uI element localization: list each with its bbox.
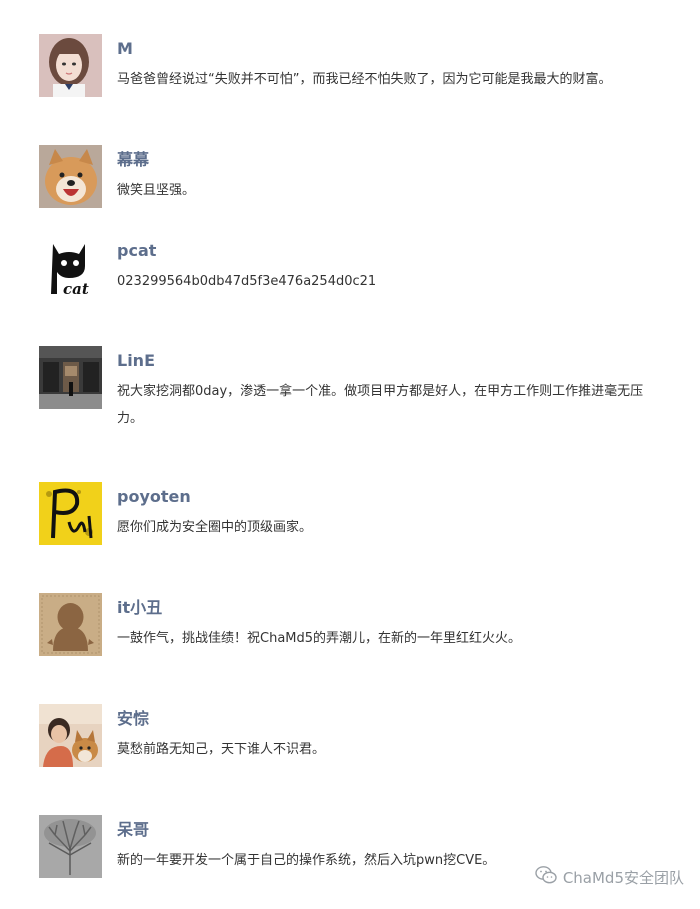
wechat-icon: [535, 865, 557, 889]
street-storefront-avatar[interactable]: [39, 346, 102, 409]
account-watermark: ChaMd5安全团队: [535, 865, 684, 889]
commenter-name[interactable]: 幕幕: [117, 149, 149, 171]
comment-text: 微笑且坚强。: [117, 183, 196, 198]
comment-text: 祝大家挖洞都0day，渗透一拿一个准。做项目甲方都是好人，在甲方工作则工作推进毫…: [117, 384, 644, 426]
comment-text: 愿你们成为安全圈中的顶级画家。: [117, 520, 313, 535]
yellow-scribble-avatar[interactable]: [39, 482, 102, 545]
gray-tree-avatar[interactable]: [39, 815, 102, 878]
commenter-name[interactable]: poyoten: [117, 486, 191, 508]
commenter-name[interactable]: 呆哥: [117, 819, 149, 841]
commenter-name[interactable]: it小丑: [117, 597, 162, 619]
watermark-label: ChaMd5安全团队: [562, 868, 684, 887]
person-with-dog-avatar[interactable]: [39, 704, 102, 767]
commenter-name[interactable]: 安悰: [117, 708, 149, 730]
avatar-logo-text: cat: [63, 280, 89, 298]
comment-text: 023299564b0db47d5f3e476a254d0c21: [117, 274, 377, 289]
comment-text: 一鼓作气，挑战佳绩！祝ChaMd5的弄潮儿，在新的一年里红红火火。: [117, 631, 522, 646]
commenter-name[interactable]: pcat: [117, 240, 156, 262]
girl-photo-avatar[interactable]: [39, 34, 102, 97]
default-penguin-avatar[interactable]: [39, 593, 102, 656]
comment-text: 莫愁前路无知己，天下谁人不识君。: [117, 742, 326, 757]
commenter-name[interactable]: LinE: [117, 350, 155, 372]
pcat-cat-logo-avatar[interactable]: cat: [39, 236, 102, 299]
comment-text: 马爸爸曾经说过“失败并不可怕”，而我已经不怕失败了，因为它可能是我最大的财富。: [117, 72, 612, 87]
shiba-dog-avatar[interactable]: [39, 145, 102, 208]
commenter-name[interactable]: M: [117, 38, 133, 60]
